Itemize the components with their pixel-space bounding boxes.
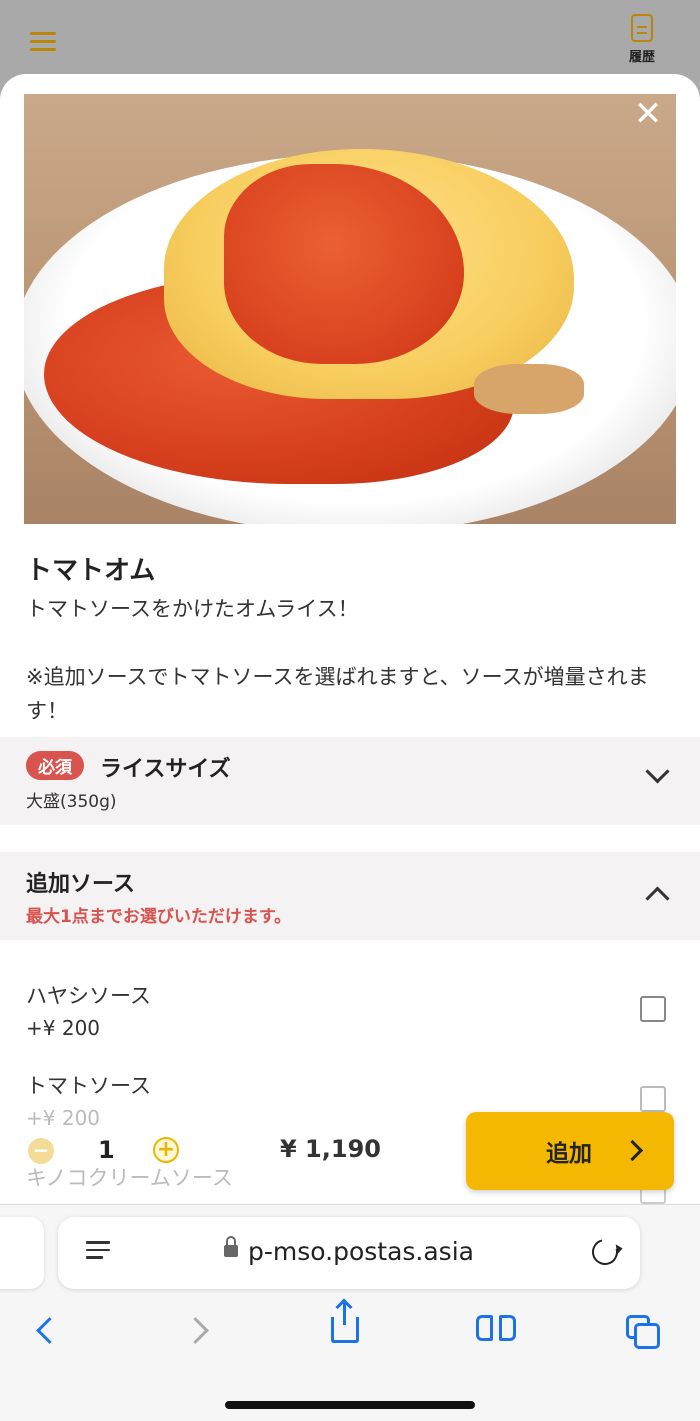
previous-tab-preview[interactable] — [0, 1217, 44, 1289]
browser-toolbar: p-mso.postas.asia — [0, 1204, 700, 1421]
quantity-increase-button[interactable]: + — [153, 1137, 179, 1163]
rice-shape — [474, 364, 584, 414]
chevron-up-icon[interactable] — [645, 886, 670, 911]
document-icon — [631, 14, 653, 42]
address-bar[interactable]: p-mso.postas.asia — [58, 1217, 640, 1289]
chevron-down-icon[interactable] — [645, 759, 670, 784]
reload-icon[interactable] — [587, 1234, 623, 1270]
url-text[interactable]: p-mso.postas.asia — [248, 1237, 474, 1266]
browser-nav — [0, 1301, 700, 1365]
history-label: 履歴 — [628, 50, 655, 65]
item-photo: ✕ — [24, 94, 676, 524]
option-checkbox[interactable] — [640, 1086, 666, 1112]
add-button-label: 追加 — [546, 1141, 592, 1167]
option-name: トマトソース — [26, 1074, 151, 1098]
menu-icon[interactable] — [30, 32, 56, 52]
option-price: +¥ 200 — [26, 1106, 101, 1130]
item-description: トマトソースをかけたオムライス！ ※追加ソースでトマトソースを選ばれますと、ソー… — [26, 597, 649, 723]
rice-size-title: ライスサイズ — [100, 757, 231, 782]
extra-sauce-section[interactable]: 追加ソース 最大1点までお選びいただけます。 — [0, 852, 700, 940]
page-menu-icon[interactable] — [86, 1241, 110, 1267]
share-icon[interactable] — [331, 1301, 359, 1343]
quantity-value: 1 — [98, 1136, 115, 1164]
extra-sauce-note: 最大1点までお選びいただけます。 — [26, 907, 292, 927]
item-name: トマトオム — [26, 556, 156, 586]
option-name: ハヤシソース — [26, 984, 151, 1008]
extra-sauce-title: 追加ソース — [26, 872, 135, 897]
back-icon[interactable] — [36, 1317, 63, 1344]
option-name: キノコクリームソース — [26, 1166, 233, 1190]
history-button[interactable]: 履歴 — [622, 14, 662, 65]
option-price: +¥ 200 — [26, 1016, 101, 1040]
app-header: 履歴 — [0, 0, 700, 80]
rice-size-section[interactable]: 必須 ライスサイズ 大盛(350g) — [0, 737, 700, 825]
option-checkbox[interactable] — [640, 996, 666, 1022]
quantity-decrease-button[interactable]: − — [28, 1138, 54, 1164]
add-to-cart-button[interactable]: 追加 — [466, 1112, 674, 1190]
item-detail-modal: ✕ トマトオム トマトソースをかけたオムライス！ ※追加ソースでトマトソースを選… — [0, 74, 700, 1204]
forward-icon[interactable] — [182, 1317, 209, 1344]
rice-size-selected: 大盛(350g) — [26, 792, 117, 812]
chevron-right-icon — [621, 1139, 644, 1162]
required-badge: 必須 — [26, 751, 84, 780]
lock-icon — [224, 1236, 238, 1257]
close-icon[interactable]: ✕ — [630, 96, 666, 132]
tabs-icon[interactable] — [626, 1315, 662, 1349]
bookmarks-icon[interactable] — [476, 1315, 516, 1345]
home-indicator — [225, 1401, 475, 1409]
total-price: ¥ 1,190 — [280, 1135, 381, 1163]
